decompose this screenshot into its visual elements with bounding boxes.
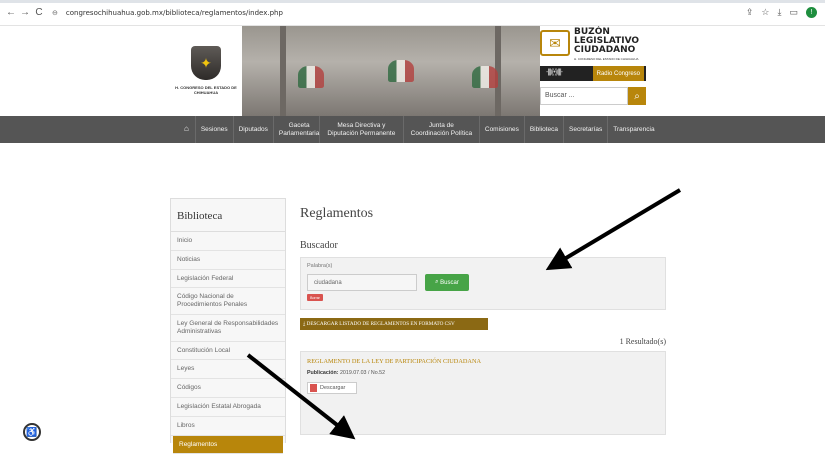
coat-of-arms-icon: ✦ (191, 46, 221, 81)
sidebar-item-abrogada[interactable]: Legislación Estatal Abrogada (171, 398, 285, 417)
address-bar[interactable]: congresochihuahua.gob.mx/biblioteca/regl… (66, 9, 283, 17)
reload-icon[interactable]: C (32, 7, 46, 18)
sidebar-item-ley-general[interactable]: Ley General de Responsabilidades Adminis… (171, 315, 285, 342)
publication-value: 2019.07.03 / No.52 (339, 370, 386, 376)
csv-button-label: DESCARGAR LISTADO DE REGLAMENTOS EN FORM… (306, 321, 455, 327)
result-card: REGLAMENTO DE LA LEY DE PARTICIPACIÓN CI… (300, 351, 666, 435)
radio-wave-icon: -||||((•))||||- (546, 69, 563, 76)
nav-diputados[interactable]: Diputados (234, 116, 274, 143)
search-button-label: Buscar (440, 279, 459, 286)
flag-image (472, 66, 498, 88)
main-navigation: ⌂ Sesiones Diputados Gaceta Parlamentari… (0, 116, 825, 143)
chamber-banner (240, 26, 540, 116)
nav-junta[interactable]: Junta de Coordinación Política (404, 116, 480, 143)
sidebar-item-leyes[interactable]: Leyes (171, 360, 285, 380)
nav-transparencia[interactable]: Transparencia (608, 116, 659, 143)
nav-secretarias[interactable]: Secretarías (564, 116, 609, 143)
site-info-icon[interactable]: ⊖ (52, 9, 58, 17)
results-count: 1 Resultado(s) (619, 337, 666, 346)
sidebar: Biblioteca Inicio Noticias Legislación F… (170, 198, 286, 454)
download-label: Descargar (320, 385, 346, 391)
sidebar-item-codigos[interactable]: Códigos (171, 379, 285, 398)
publication-label: Publicación: (307, 370, 339, 376)
sidebar-item-codigo-nacional[interactable]: Código Nacional de Procedimientos Penale… (171, 288, 285, 315)
accessibility-icon[interactable]: ♿ (23, 423, 41, 441)
keyword-input[interactable]: ciudadana (307, 274, 417, 291)
nav-sesiones[interactable]: Sesiones (196, 116, 234, 143)
window-icon[interactable]: ▭ (789, 7, 798, 18)
download-csv-button[interactable]: ⤓ DESCARGAR LISTADO DE REGLAMENTOS EN FO… (300, 318, 488, 330)
search-button[interactable]: ⌕ Buscar (425, 274, 469, 291)
sidebar-item-legislacion-federal[interactable]: Legislación Federal (171, 270, 285, 289)
flag-image (388, 60, 414, 82)
section-title: Buscador (300, 240, 338, 251)
home-icon[interactable]: ⌂ (178, 116, 196, 143)
clear-button[interactable]: Borrar (307, 294, 323, 301)
profile-avatar[interactable]: ! (806, 7, 817, 18)
sidebar-item-libros[interactable]: Libros (171, 417, 285, 436)
sidebar-item-constitucion[interactable]: Constitución Local (171, 342, 285, 361)
forward-icon[interactable]: → (18, 7, 32, 18)
main-content: Reglamentos Buscador Palabra(s) ciudadan… (300, 198, 670, 435)
buzon-panel: ✉ BUZÓN LEGISLATIVO CIUDADANO H. CONGRES… (540, 26, 648, 116)
sidebar-item-reglamentos[interactable]: Reglamentos (173, 435, 283, 454)
nav-mesa-directiva[interactable]: Mesa Directiva y Diputación Permanente (320, 116, 404, 143)
back-icon[interactable]: ← (4, 7, 18, 18)
result-title[interactable]: REGLAMENTO DE LA LEY DE PARTICIPACIÓN CI… (307, 358, 481, 365)
keyword-label: Palabra(s) (307, 263, 333, 269)
congress-logo[interactable]: ✦ H. CONGRESO DEL ESTADO DE CHIHUAHUA (170, 26, 242, 116)
envelope-icon[interactable]: ✉ (540, 30, 570, 56)
sidebar-title: Biblioteca (171, 199, 285, 232)
banner-pillar (280, 26, 286, 116)
nav-comisiones[interactable]: Comisiones (480, 116, 525, 143)
download-icon[interactable]: ⤓ (778, 7, 782, 18)
nav-gaceta[interactable]: Gaceta Parlamentaria (274, 116, 320, 143)
tab-strip (0, 0, 825, 3)
share-icon[interactable]: ⇪ (746, 7, 754, 18)
sidebar-item-inicio[interactable]: Inicio (171, 232, 285, 251)
buzon-subtitle: H. CONGRESO DEL ESTADO DE CHIHUAHUA (574, 57, 639, 61)
publication-info: Publicación: 2019.07.03 / No.52 (307, 370, 385, 376)
bookmark-star-icon[interactable]: ☆ (761, 7, 769, 18)
buzon-title[interactable]: BUZÓN LEGISLATIVO CIUDADANO (574, 28, 648, 55)
nav-biblioteca[interactable]: Biblioteca (525, 116, 565, 143)
logo-text: H. CONGRESO DEL ESTADO DE CHIHUAHUA (175, 85, 237, 95)
sidebar-item-noticias[interactable]: Noticias (171, 251, 285, 270)
flag-image (298, 66, 324, 88)
browser-toolbar: ← → C ⊖ congresochihuahua.gob.mx/bibliot… (0, 0, 825, 26)
radio-label: Radio Congreso (592, 66, 644, 81)
radio-congreso-banner[interactable]: -||||((•))||||- Radio Congreso (540, 66, 646, 81)
site-header: ✦ H. CONGRESO DEL ESTADO DE CHIHUAHUA ✉ … (170, 26, 648, 116)
download-button[interactable]: Descargar (307, 382, 357, 394)
site-search-input[interactable]: Buscar ... (540, 87, 628, 105)
search-icon[interactable]: ⌕ (628, 87, 646, 105)
page-title: Reglamentos (300, 206, 374, 221)
pdf-icon (310, 384, 317, 392)
search-form: Palabra(s) ciudadana ⌕ Buscar Borrar (300, 257, 666, 310)
